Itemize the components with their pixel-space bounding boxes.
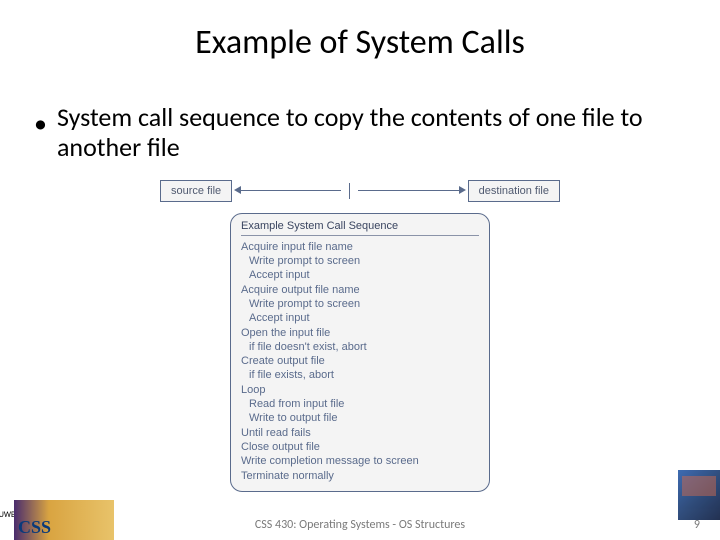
sequence-title: Example System Call Sequence	[241, 220, 479, 236]
arrow-center-stub	[349, 183, 350, 199]
css-logo-block: CSS	[14, 500, 114, 540]
page-number: 9	[694, 518, 700, 532]
bullet-item: • System call sequence to copy the conte…	[34, 103, 686, 163]
sequence-line: Accept input	[241, 268, 479, 282]
sequence-line: Loop	[241, 383, 479, 397]
sequence-line: if file exists, abort	[241, 368, 479, 382]
source-file-box: source file	[160, 180, 232, 202]
sequence-line: Write completion message to screen	[241, 454, 479, 468]
arrow-left	[234, 190, 347, 192]
sequence-line: Write prompt to screen	[241, 254, 479, 268]
logo-left: UWB CSS	[0, 490, 150, 540]
sequence-line: Write prompt to screen	[241, 297, 479, 311]
sequence-line: if file doesn't exist, abort	[241, 340, 479, 354]
sequence-lines: Acquire input file nameWrite prompt to s…	[241, 240, 479, 483]
sequence-line: Write to output file	[241, 411, 479, 425]
sequence-box: Example System Call Sequence Acquire inp…	[230, 213, 490, 492]
bullet-dot: •	[34, 103, 47, 163]
textbook-thumbnail	[678, 470, 720, 520]
dest-file-box: destination file	[468, 180, 560, 202]
diagram-top-row: source file destination file	[160, 177, 560, 205]
sequence-line: Accept input	[241, 311, 479, 325]
bullet-text: System call sequence to copy the content…	[57, 103, 686, 163]
sequence-line: Create output file	[241, 354, 479, 368]
slide-title: Example of System Calls	[0, 0, 720, 63]
sequence-line: Close output file	[241, 440, 479, 454]
sequence-line: Read from input file	[241, 397, 479, 411]
bullet-area: • System call sequence to copy the conte…	[0, 63, 720, 163]
syscall-diagram: source file destination file Example Sys…	[160, 177, 560, 492]
sequence-line: Terminate normally	[241, 469, 479, 483]
css-logo-text: CSS	[18, 517, 51, 538]
arrow-right	[352, 190, 465, 192]
sequence-line: Acquire output file name	[241, 283, 479, 297]
sequence-line: Acquire input file name	[241, 240, 479, 254]
sequence-line: Open the input file	[241, 326, 479, 340]
sequence-line: Until read fails	[241, 426, 479, 440]
uwb-strip: UWB	[0, 490, 14, 540]
